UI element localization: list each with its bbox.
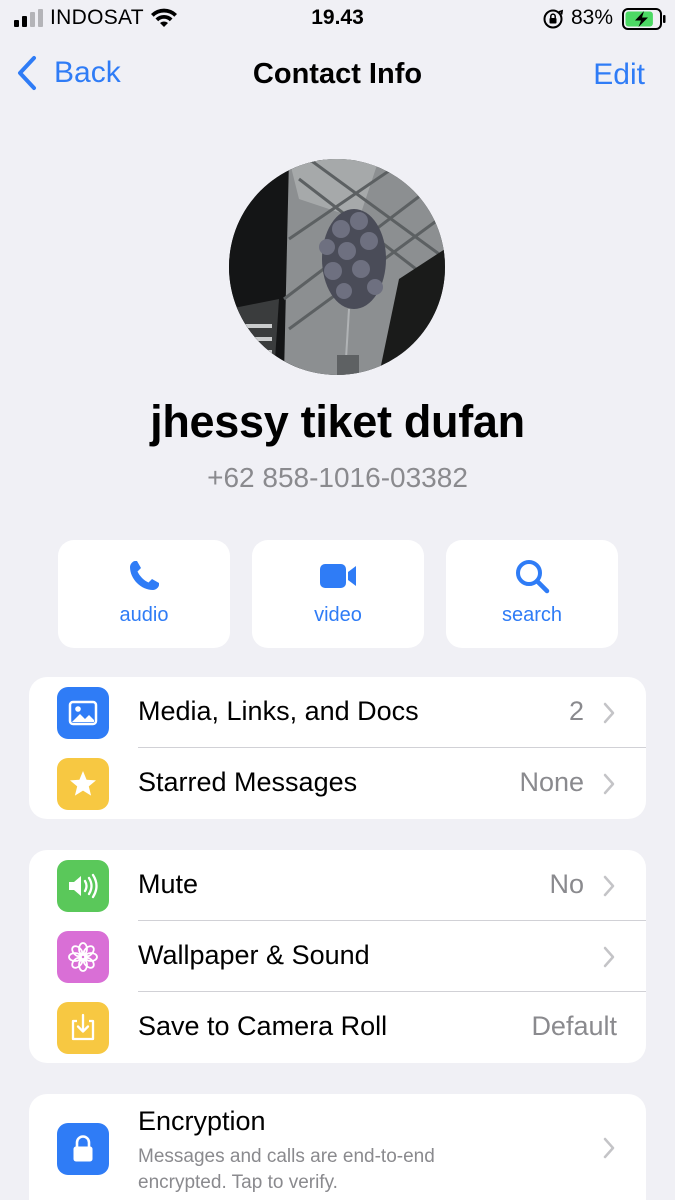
avatar-photo	[229, 159, 445, 375]
audio-label: audio	[119, 604, 169, 626]
save-tile	[57, 1002, 109, 1054]
row-value: 2	[568, 696, 584, 726]
save-to-camera-roll-row[interactable]: Save to Camera Roll Default	[29, 992, 646, 1062]
encryption-row[interactable]: Encryption Messages and calls are end-to…	[29, 1094, 646, 1200]
phone-icon	[130, 561, 159, 590]
star-icon	[70, 771, 96, 796]
lock-icon	[73, 1135, 93, 1162]
audio-call-button[interactable]: audio	[58, 540, 230, 648]
wallpaper-sound-row[interactable]: Wallpaper & Sound	[29, 921, 646, 991]
encryption-description: Messages and calls are end-to-end encryp…	[138, 1146, 435, 1193]
media-starred-group: Media, Links, and Docs 2 Starred Message…	[29, 677, 646, 819]
media-links-docs-row[interactable]: Media, Links, and Docs 2	[29, 677, 646, 747]
download-icon	[71, 1013, 95, 1041]
row-value: None	[519, 767, 584, 797]
search-label: search	[501, 604, 563, 626]
wallpaper-tile	[57, 931, 109, 983]
chevron-right-icon	[603, 1137, 615, 1159]
encryption-tile	[57, 1123, 109, 1175]
video-camera-icon	[320, 564, 356, 588]
row-label: Media, Links, and Docs	[138, 696, 419, 726]
edit-button[interactable]: Edit	[593, 58, 645, 92]
speaker-icon	[69, 873, 98, 899]
mute-tile	[57, 860, 109, 912]
navigation-bar: Back Contact Info Edit	[0, 48, 675, 104]
status-bar: INDOSAT 19.43 83%	[0, 0, 675, 38]
chevron-right-icon	[603, 946, 615, 968]
action-buttons: audio video search	[58, 540, 618, 648]
contact-phone[interactable]: +62 858-1016-03382	[0, 462, 675, 494]
media-tile	[57, 687, 109, 739]
orientation-lock-icon	[543, 9, 564, 29]
search-icon	[516, 560, 550, 594]
search-button[interactable]: search	[446, 540, 618, 648]
chevron-right-icon	[603, 702, 615, 724]
video-label: video	[314, 604, 362, 626]
encryption-title: Encryption	[138, 1106, 266, 1136]
chevron-right-icon	[603, 875, 615, 897]
photo-icon	[68, 700, 98, 726]
settings-group: Mute No Wallpaper & Sound Save to Camera…	[29, 850, 646, 1063]
row-label: Starred Messages	[138, 767, 358, 797]
starred-tile	[57, 758, 109, 810]
battery-charging-icon	[622, 8, 666, 30]
encryption-group: Encryption Messages and calls are end-to…	[29, 1094, 646, 1200]
flower-icon	[68, 942, 98, 972]
row-label: Save to Camera Roll	[138, 1011, 388, 1041]
row-label: Wallpaper & Sound	[138, 940, 370, 970]
contact-name: jhessy tiket dufan	[150, 396, 525, 447]
mute-row[interactable]: Mute No	[29, 850, 646, 920]
row-value: No	[549, 869, 584, 899]
starred-messages-row[interactable]: Starred Messages None	[29, 748, 646, 818]
avatar[interactable]	[229, 159, 445, 375]
video-call-button[interactable]: video	[252, 540, 424, 648]
chevron-right-icon	[603, 773, 615, 795]
battery-percent: 83%	[571, 6, 614, 29]
row-value: Default	[531, 1011, 617, 1041]
row-label: Mute	[138, 869, 199, 899]
page-title: Contact Info	[252, 58, 423, 90]
